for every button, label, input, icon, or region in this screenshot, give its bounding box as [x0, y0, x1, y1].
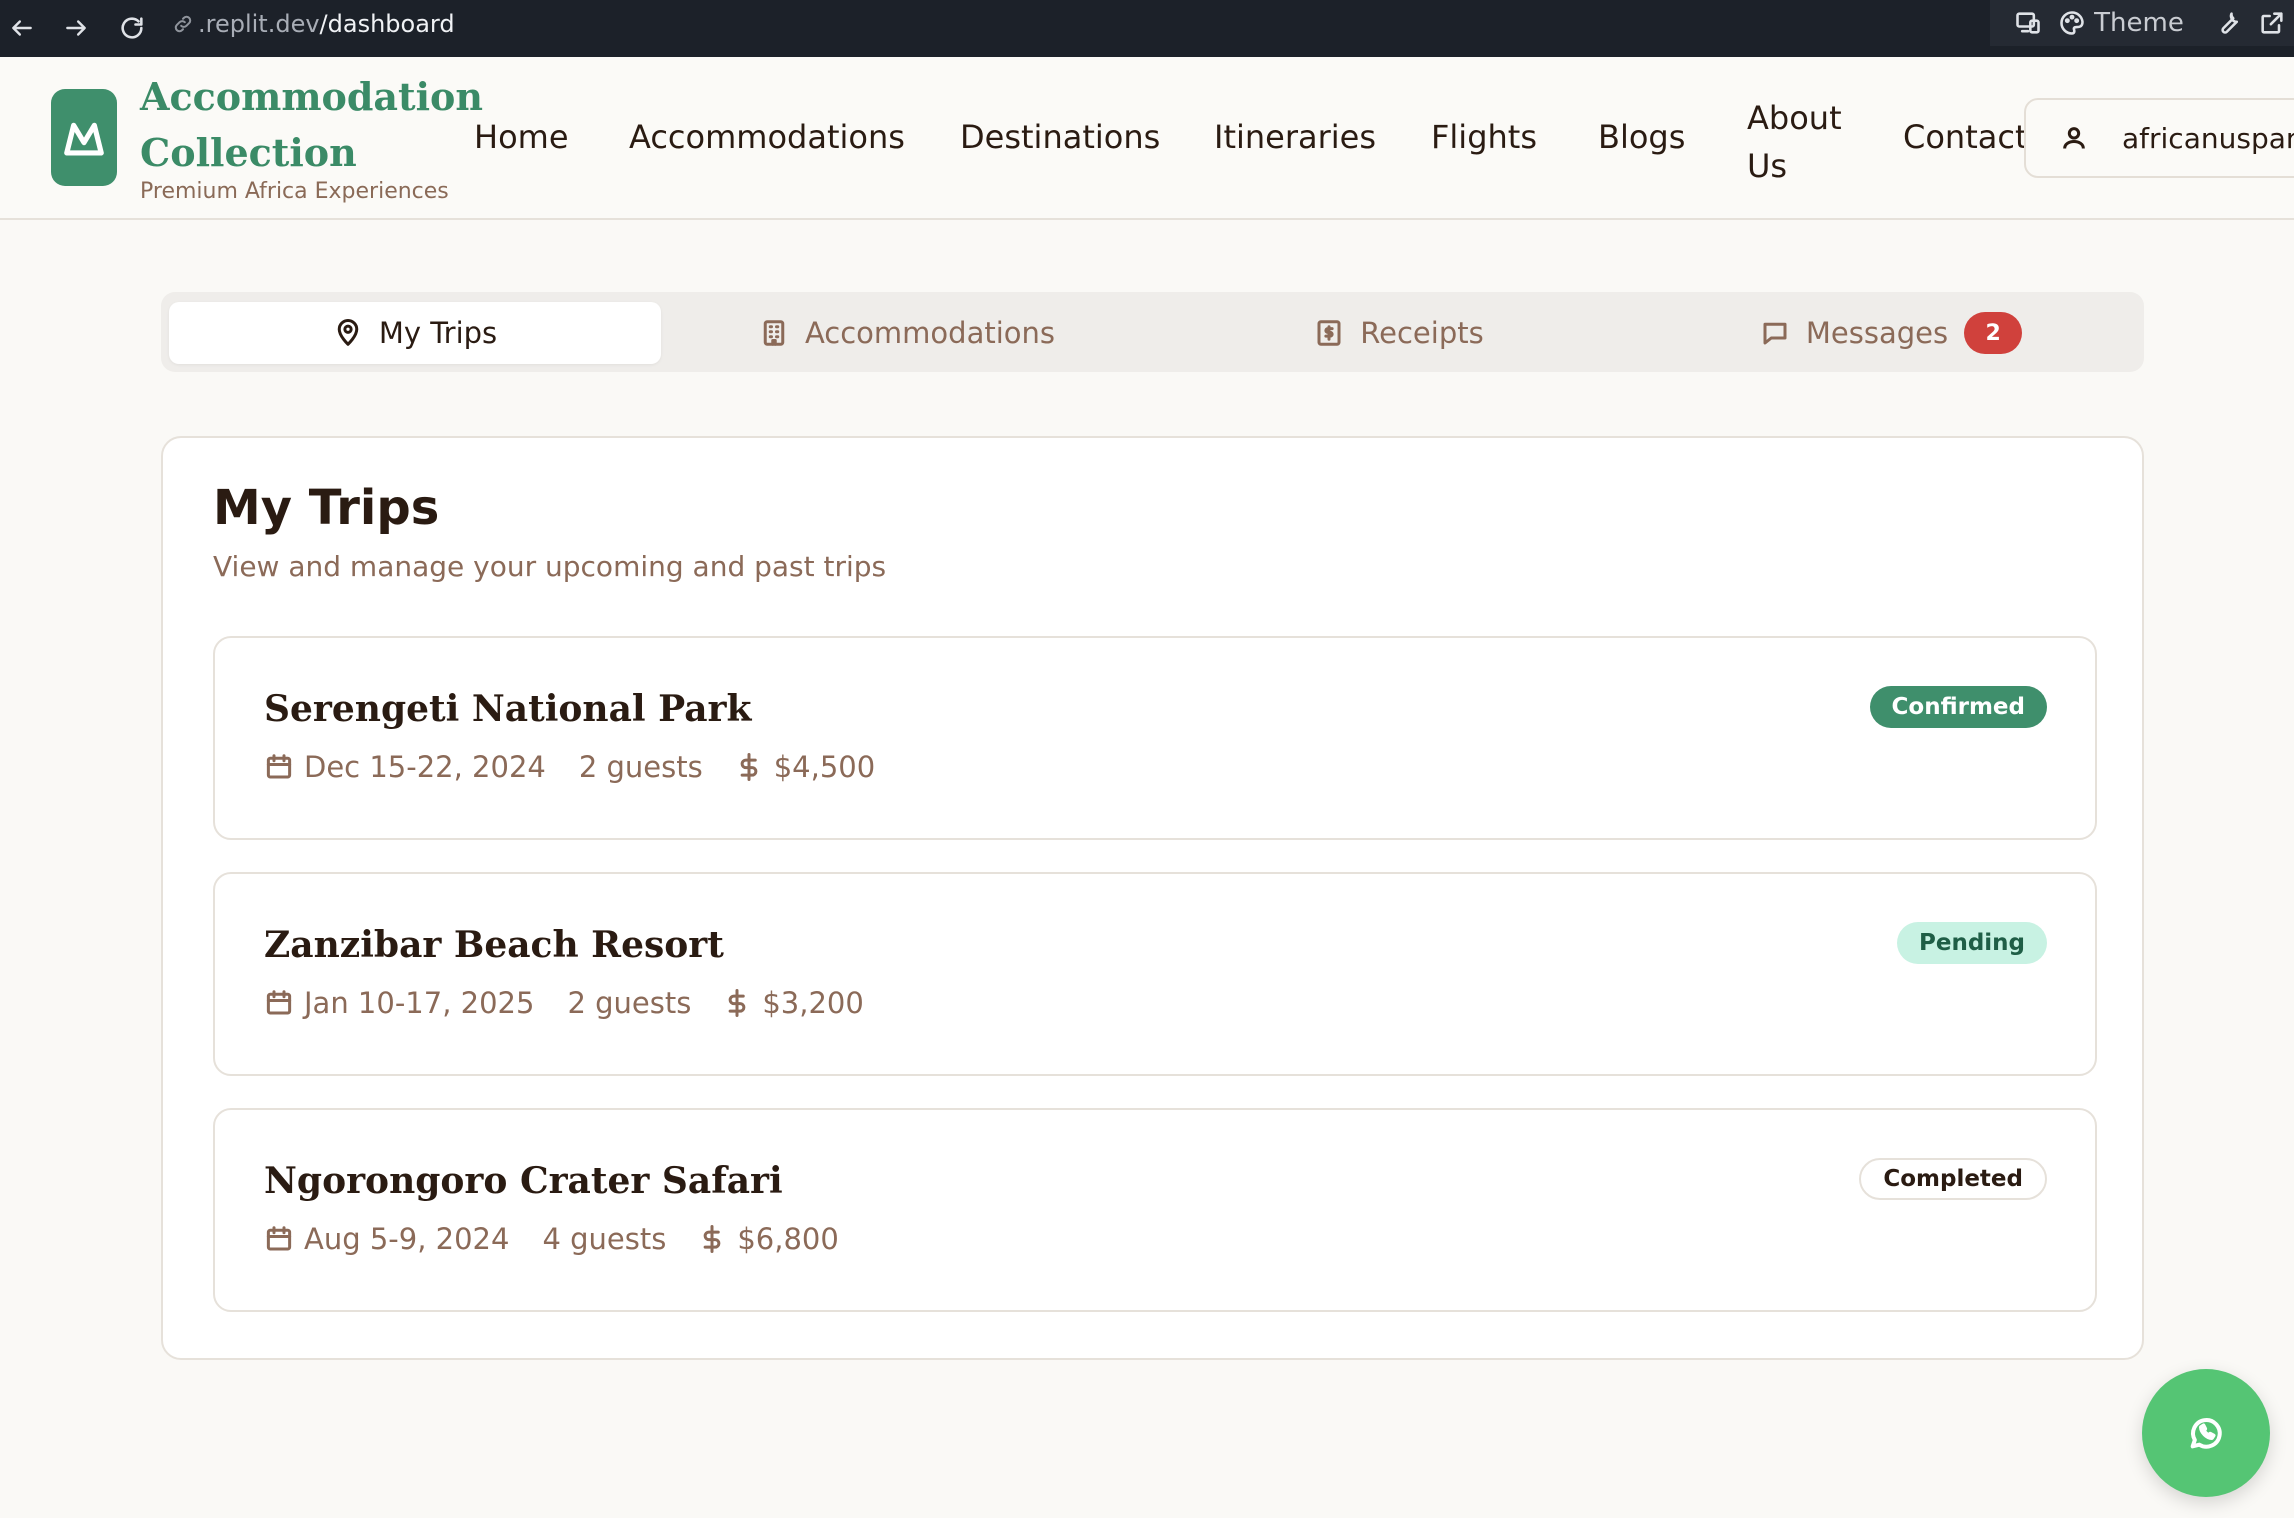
dollar-icon — [703, 1225, 721, 1253]
dollar-icon — [740, 753, 758, 781]
devices-button[interactable] — [2006, 0, 2050, 46]
theme-label[interactable]: Theme — [2094, 8, 2184, 38]
trip-dates: Aug 5-9, 2024 — [304, 1222, 510, 1256]
palette-button[interactable] — [2050, 0, 2094, 46]
nav-destinations[interactable]: Destinations — [960, 118, 1160, 156]
trip-name: Zanzibar Beach Resort — [264, 924, 724, 966]
tab-label: Messages — [1805, 316, 1949, 350]
wrench-button[interactable] — [2206, 0, 2250, 46]
calendar-icon — [266, 990, 292, 1015]
nav-itineraries[interactable]: Itineraries — [1214, 118, 1376, 156]
back-button[interactable] — [0, 6, 44, 50]
calendar-icon — [266, 1226, 292, 1251]
forward-button[interactable] — [54, 6, 98, 50]
tab-label: My Trips — [378, 316, 498, 350]
arrow-right-icon — [66, 20, 86, 36]
trip-guests: 2 guests — [567, 986, 692, 1020]
calendar-icon — [266, 754, 292, 779]
mountain-logo-icon — [64, 122, 104, 156]
tab-messages[interactable]: Messages 2 — [1645, 302, 2137, 364]
extension-tools: Theme — [1990, 0, 2294, 46]
status-badge: Pending — [1896, 922, 2047, 964]
external-link-button[interactable] — [2250, 0, 2294, 46]
tab-accommodations[interactable]: Accommodations — [661, 302, 1153, 364]
site-header: Accommodation Collection Premium Africa … — [0, 57, 2294, 220]
nav-contact[interactable]: Contact — [1903, 118, 2028, 156]
browser-toolbar: .replit.dev/dashboard Theme — [0, 0, 2294, 57]
wrench-icon — [2221, 12, 2238, 34]
brand-name[interactable]: Accommodation Collection — [140, 69, 483, 181]
tab-label: Receipts — [1360, 316, 1484, 350]
dashboard-tabs: My Trips Accommodations Receipts Message… — [161, 292, 2144, 372]
account-button[interactable]: africanuspan — [2024, 98, 2294, 178]
tab-receipts[interactable]: Receipts — [1153, 302, 1645, 364]
trip-meta: Aug 5-9, 2024 4 guests $6,800 — [264, 1222, 839, 1256]
url-host: .replit.dev — [198, 10, 320, 38]
trip-meta: Dec 15-22, 2024 2 guests $4,500 — [264, 750, 875, 784]
trip-card-ngorongoro[interactable]: Ngorongoro Crater Safari Aug 5-9, 2024 4… — [213, 1108, 2097, 1312]
dollar-icon — [728, 989, 746, 1017]
external-link-icon — [2261, 12, 2283, 34]
whatsapp-chat-button[interactable] — [2142, 1369, 2270, 1497]
arrow-left-icon — [12, 20, 32, 36]
status-badge: Confirmed — [1869, 686, 2047, 728]
trip-dates: Dec 15-22, 2024 — [304, 750, 546, 784]
trip-price: $3,200 — [762, 986, 864, 1020]
reload-button[interactable] — [110, 6, 154, 50]
status-badge: Completed — [1859, 1158, 2047, 1200]
link-icon — [174, 15, 192, 33]
building-icon — [763, 320, 785, 346]
nav-home[interactable]: Home — [474, 118, 569, 156]
trip-price: $6,800 — [737, 1222, 839, 1256]
message-icon — [1763, 322, 1787, 345]
section-title: My Trips — [213, 480, 440, 536]
receipt-icon — [1317, 320, 1341, 346]
trip-guests: 4 guests — [542, 1222, 667, 1256]
nav-accommodations[interactable]: Accommodations — [629, 118, 905, 156]
trip-name: Ngorongoro Crater Safari — [264, 1160, 783, 1202]
url-path: /dashboard — [319, 10, 455, 38]
map-pin-icon — [337, 319, 359, 346]
trip-name: Serengeti National Park — [264, 688, 752, 730]
unread-count-badge: 2 — [1964, 312, 2023, 354]
brand-tagline: Premium Africa Experiences — [140, 179, 449, 204]
trip-meta: Jan 10-17, 2025 2 guests $3,200 — [264, 986, 864, 1020]
nav-about-us[interactable]: About Us — [1747, 94, 1857, 190]
tab-my-trips[interactable]: My Trips — [169, 302, 661, 364]
trips-card: My Trips View and manage your upcoming a… — [161, 436, 2144, 1360]
nav-blogs[interactable]: Blogs — [1598, 118, 1685, 156]
user-icon — [2063, 127, 2085, 149]
reload-icon — [121, 17, 143, 39]
section-subtitle: View and manage your upcoming and past t… — [213, 550, 887, 583]
logo[interactable] — [51, 89, 117, 186]
whatsapp-icon — [2190, 1418, 2222, 1449]
trip-card-serengeti[interactable]: Serengeti National Park Dec 15-22, 2024 … — [213, 636, 2097, 840]
nav-flights[interactable]: Flights — [1431, 118, 1537, 156]
trip-dates: Jan 10-17, 2025 — [304, 986, 535, 1020]
palette-icon — [2060, 11, 2084, 35]
tab-label: Accommodations — [804, 316, 1056, 350]
address-bar[interactable]: .replit.dev/dashboard — [162, 3, 1988, 45]
devices-icon — [2016, 12, 2040, 34]
trip-card-zanzibar[interactable]: Zanzibar Beach Resort Jan 10-17, 2025 2 … — [213, 872, 2097, 1076]
trip-guests: 2 guests — [578, 750, 703, 784]
account-name: africanuspan — [2122, 121, 2294, 155]
trip-price: $4,500 — [773, 750, 876, 784]
